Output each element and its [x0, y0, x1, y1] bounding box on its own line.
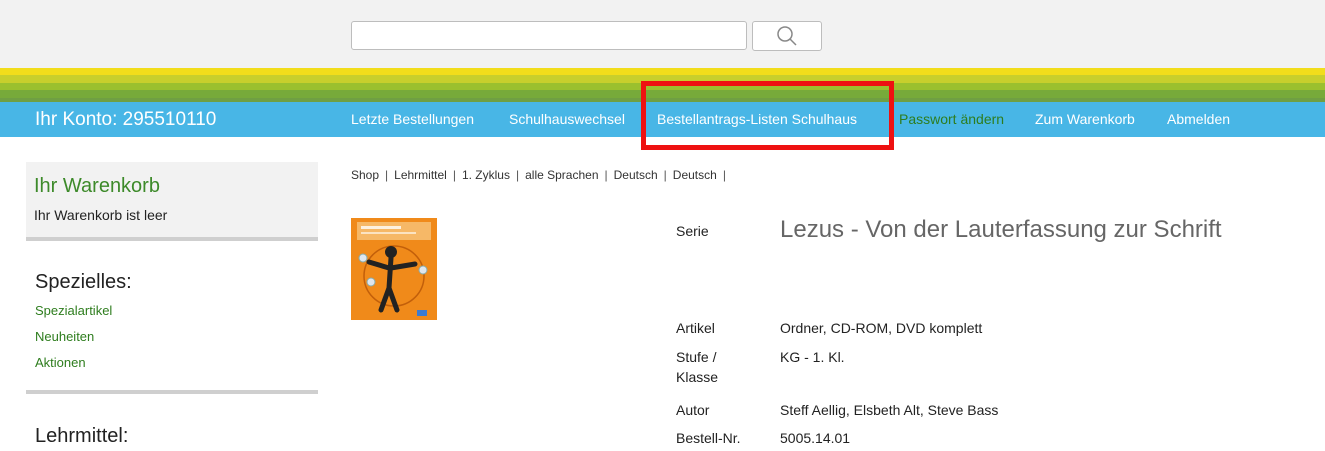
- breadcrumb-separator: |: [604, 168, 608, 182]
- breadcrumb-separator: |: [722, 168, 726, 182]
- sidebar-link-news[interactable]: Neuheiten: [35, 329, 94, 344]
- breadcrumb-item[interactable]: alle Sprachen: [525, 168, 598, 182]
- breadcrumb-separator: |: [663, 168, 667, 182]
- detail-value: Ordner, CD-ROM, DVD komplett: [780, 320, 983, 336]
- nav-school-change[interactable]: Schulhauswechsel: [509, 102, 625, 137]
- breadcrumb-item[interactable]: Deutsch: [673, 168, 717, 182]
- breadcrumb-item[interactable]: Shop: [351, 168, 379, 182]
- sidebar-link-special-items[interactable]: Spezialartikel: [35, 303, 112, 318]
- series-label: Serie: [676, 223, 709, 239]
- nav-order-request-lists[interactable]: Bestellantrags-Listen Schulhaus: [657, 102, 857, 137]
- nav-to-cart[interactable]: Zum Warenkorb: [1035, 102, 1135, 137]
- cart-title[interactable]: Ihr Warenkorb: [34, 175, 160, 198]
- detail-label: Bestell-Nr.: [676, 430, 741, 446]
- search-input[interactable]: [351, 21, 747, 50]
- sidebar-link-promotions[interactable]: Aktionen: [35, 355, 86, 370]
- breadcrumb-separator: |: [515, 168, 520, 182]
- detail-value: KG - 1. Kl.: [780, 349, 845, 365]
- decor-stripe: [0, 83, 1325, 90]
- nav-last-orders[interactable]: Letzte Bestellungen: [351, 102, 474, 137]
- breadcrumb-separator: |: [452, 168, 456, 182]
- nav-logout[interactable]: Abmelden: [1167, 102, 1230, 137]
- cart-box: Ihr Warenkorb Ihr Warenkorb ist leer: [26, 162, 318, 241]
- decor-stripe: [0, 90, 1325, 98]
- book-cover-illustration: [351, 218, 437, 320]
- decor-stripe: [0, 68, 1325, 75]
- detail-label: Autor: [676, 402, 710, 418]
- detail-value: 5005.14.01: [780, 430, 851, 446]
- search-icon: [777, 26, 797, 46]
- breadcrumb: Shop | Lehrmittel | 1. Zyklus | alle Sprachen |…: [351, 168, 732, 182]
- top-search-bar: [0, 0, 1325, 68]
- breadcrumb-item[interactable]: Deutsch: [614, 168, 658, 182]
- product-title: Lezus - Von der Lauterfassung zur Schrif…: [780, 216, 1222, 243]
- breadcrumb-item[interactable]: Lehrmittel: [394, 168, 447, 182]
- detail-label: Stufe / Klasse: [676, 349, 719, 385]
- breadcrumb-separator: |: [385, 168, 389, 182]
- special-heading: Spezielles:: [35, 271, 132, 293]
- divider: [26, 390, 318, 394]
- decor-stripe: [0, 75, 1325, 83]
- nav-change-password[interactable]: Passwort ändern: [899, 102, 1004, 137]
- account-number: Ihr Konto: 295510110: [35, 109, 217, 130]
- detail-label: Artikel: [676, 320, 715, 336]
- detail-value: Steff Aellig, Elsbeth Alt, Steve Bass: [780, 402, 999, 418]
- cart-status: Ihr Warenkorb ist leer: [34, 207, 168, 223]
- product-image[interactable]: [351, 218, 437, 320]
- search-button[interactable]: [752, 21, 822, 51]
- main-nav: Ihr Konto: 295510110 Letzte Bestellungen…: [0, 102, 1325, 137]
- teaching-materials-heading: Lehrmittel:: [35, 425, 129, 447]
- breadcrumb-item[interactable]: 1. Zyklus: [462, 168, 510, 182]
